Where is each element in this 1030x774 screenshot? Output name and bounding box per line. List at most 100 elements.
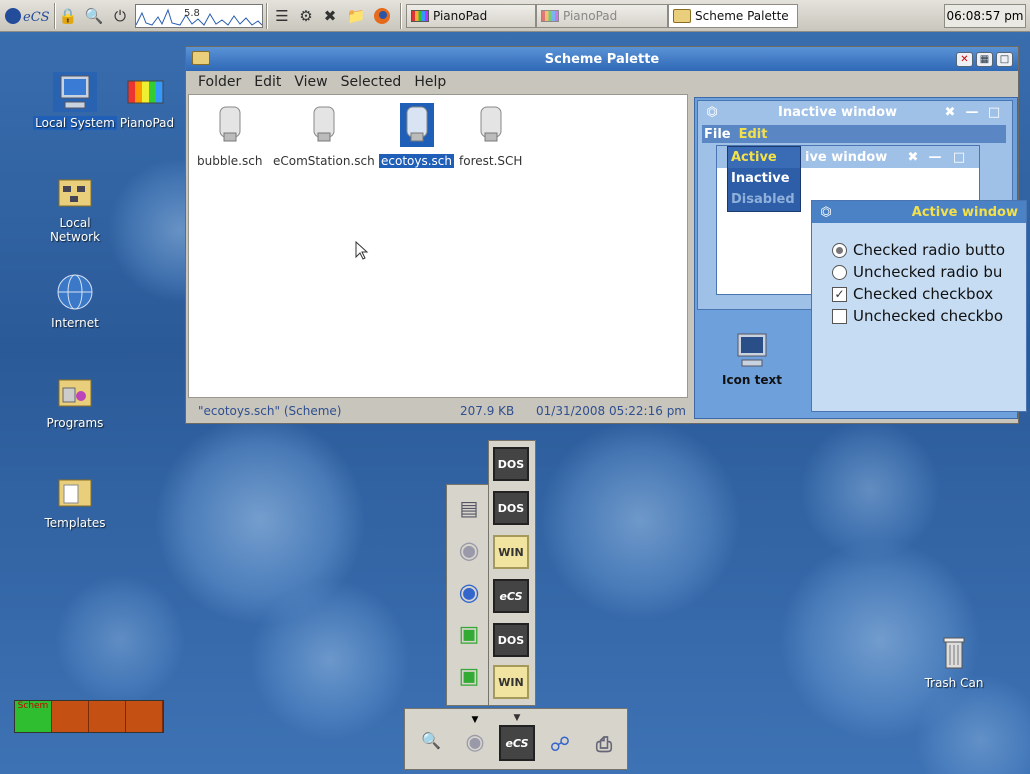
tray-item-scheme[interactable]: Schem [15,701,52,732]
desktop-icon-trash-can[interactable]: Trash Can [912,632,996,690]
dos-fullscreen-button[interactable]: DOS [493,447,529,481]
preview-checked-checkbox: ✓ Checked checkbox [832,285,993,303]
floppy-button-1[interactable]: ▣ [451,617,487,651]
launchpad: 🔍 ▼ ◉ ▼ eCS ☍ ⎙ [404,708,628,770]
drive-button[interactable]: ▤ [451,491,487,525]
preview-menubar: File Edit [702,125,1006,143]
tray-slot[interactable] [126,701,163,732]
file-item[interactable]: eComStation.sch [273,103,375,168]
desktop-icon-templates[interactable]: Templates [33,472,117,530]
mini-tray[interactable]: Schem [14,700,164,733]
desktop-icon-local-network[interactable]: Local Network [33,172,117,244]
firefox-button[interactable] [370,4,394,28]
popup-item-inactive: Inactive [731,171,790,186]
clock[interactable]: 06:08:57 pm [944,4,1026,28]
file-item[interactable]: bubble.sch [197,103,262,168]
file-name: eComStation.sch [273,154,375,168]
preview-checked-radio: Checked radio butto [832,241,1005,259]
dos-button-3[interactable]: DOS [493,623,529,657]
window-title: Scheme Palette [544,51,660,67]
floppy-button-2[interactable]: ▣ [451,659,487,693]
mouse-cursor-icon [355,241,369,260]
tray-slot[interactable] [89,701,126,732]
folder-icon [673,9,691,23]
desktop-icon-internet[interactable]: Internet [33,272,117,330]
drive-icon: ▤ [459,496,479,520]
window-folder-icon[interactable] [192,51,210,65]
tray-slot[interactable] [52,701,89,732]
desktop-icon-pianopad[interactable]: PianoPad [105,72,189,130]
preview-icon: Icon text [707,332,797,387]
window-titlebar[interactable]: Scheme Palette ✕ ▦ □ [186,47,1018,71]
dos-window-button[interactable]: DOS [493,491,529,525]
dvd-button[interactable]: ◉ [451,575,487,609]
cpu-load-graph[interactable]: 5.8 [135,4,263,28]
menu-label: Help [414,74,447,90]
menu-help[interactable]: Help [410,74,455,90]
drives-drawer: ▤ ◉ ◉ ▣ ▣ [446,484,490,706]
preview-menu-file: File [704,126,731,142]
program-button-1[interactable]: ⚙ [294,4,318,28]
task-label: PianoPad [433,9,488,23]
tools-icon: ✖ [323,7,337,25]
launchpad-printer-button[interactable]: ⎙ [583,723,625,765]
task-pianopad-1[interactable]: PianoPad [406,4,536,28]
program-button-3[interactable]: 📁 [344,4,368,28]
window-list-button[interactable]: ☰ [270,4,294,28]
close-icon: ✕ [960,54,969,65]
option-label: Unchecked radio bu [853,263,1003,281]
cd-button[interactable]: ◉ [451,533,487,567]
status-size: 207.9 KB [460,404,515,418]
tools-icon: 🔍 [421,730,441,750]
file-item[interactable]: forest.SCH [459,103,522,168]
status-date: 01/31/2008 05:22:16 pm [536,404,686,418]
launchpad-tools-button[interactable]: 🔍 [409,713,453,767]
menu-view[interactable]: View [290,74,336,90]
lock-button[interactable]: 🔒 [56,4,80,28]
minimize-icon: — [928,149,942,165]
lock-icon: 🔒 [58,7,78,25]
dos-label: DOS [497,501,525,515]
launchpad-drives-button[interactable]: ▼ ◉ [455,715,495,767]
piano-icon [125,72,169,112]
menu-edit[interactable]: Edit [250,74,290,90]
preview-unchecked-checkbox: Unchecked checkbo [832,307,1003,325]
search-button[interactable]: 🔍 [82,4,106,28]
preview-inactive-title: Inactive window [778,104,898,120]
win-button[interactable]: WIN [493,535,529,569]
launchpad-ecs-button[interactable]: ▼ eCS [499,713,535,761]
task-pianopad-2[interactable]: PianoPad [536,4,668,28]
restore-button[interactable]: ▦ [976,52,993,67]
ecs-logo-icon: eCS [5,8,50,25]
window-menu-icon: ⏣ [820,204,832,220]
minimize-icon: — [965,104,979,120]
file-item[interactable]: ecotoys.sch [379,103,454,168]
status-selection: "ecotoys.sch" (Scheme) [198,404,342,418]
task-scheme-palette[interactable]: Scheme Palette [668,4,798,28]
globe-icon [53,272,97,312]
command-prompts-drawer: DOS DOS WIN eCS DOS WIN [488,440,536,706]
ecs-prompt-button[interactable]: eCS [493,579,529,613]
ecs-logo-button[interactable]: eCS [2,4,52,28]
menu-folder[interactable]: Folder [194,74,250,90]
close-button[interactable]: ✕ [956,52,973,67]
scheme-palette-window: Scheme Palette ✕ ▦ □ Folder Edit View Se… [185,46,1027,424]
option-label: Unchecked checkbo [853,307,1003,325]
program-button-2[interactable]: ✖ [318,4,342,28]
menu-label: Selected [340,74,402,90]
launchpad-network-button[interactable]: ☍ [539,723,581,765]
file-list-pane[interactable]: bubble.sch eComStation.sch ecotoys.sch f… [188,94,688,398]
list-icon: ☰ [275,7,289,25]
desktop-icon-programs[interactable]: Programs [33,372,117,430]
menu-selected[interactable]: Selected [337,74,411,90]
preview-unchecked-radio: Unchecked radio bu [832,263,1002,281]
programs-folder-icon [53,372,97,412]
chevron-down-icon: ▼ [471,715,479,725]
win-button-2[interactable]: WIN [493,665,529,699]
cd-icon: ◉ [458,536,480,564]
shutdown-button[interactable]: ⏻ [108,4,132,28]
preview-active-title: Active window [911,204,1018,220]
toolbox-icon: ⚙ [299,7,313,25]
maximize-button[interactable]: □ [996,52,1013,67]
computer-icon [737,333,767,367]
